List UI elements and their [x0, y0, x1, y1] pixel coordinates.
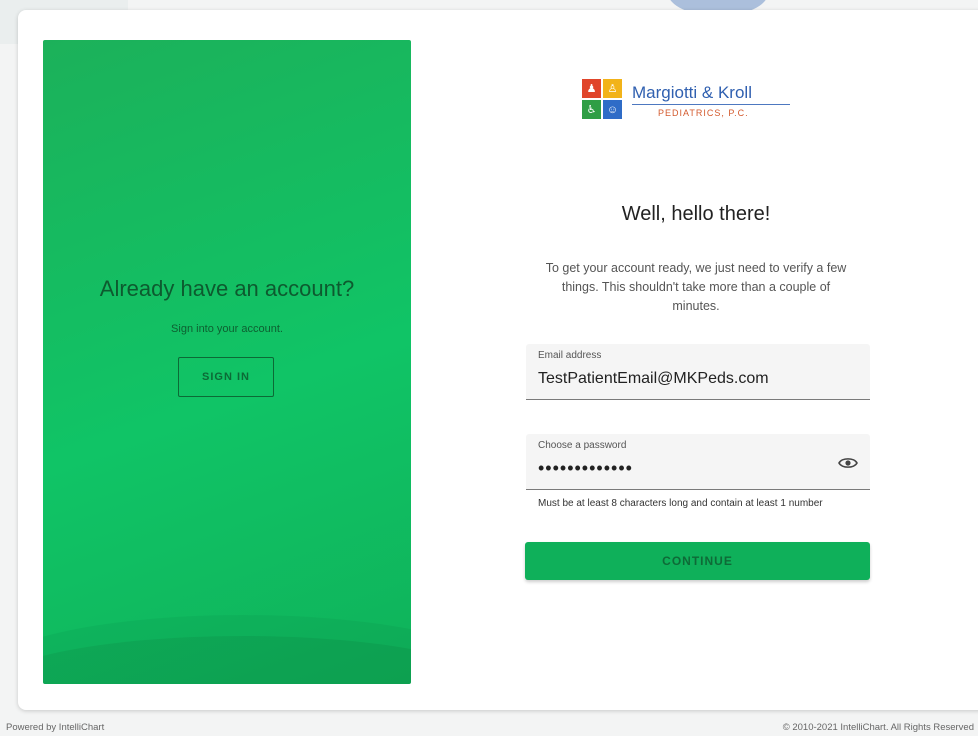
signin-promo-panel: Already have an account? Sign into your … [43, 40, 411, 684]
page: Already have an account? Sign into your … [0, 0, 978, 736]
continue-button[interactable]: CONTINUE [525, 542, 870, 580]
logo-mark: ♟ ♙ ♿ ☺ [582, 79, 622, 119]
page-title: Well, hello there! [621, 203, 771, 225]
promo-title: Already have an account? [99, 276, 355, 301]
password-hint: Must be at least 8 characters long and c… [538, 498, 823, 509]
password-field[interactable]: Choose a password [526, 434, 870, 490]
password-input[interactable] [538, 458, 838, 479]
wheelchair-icon: ♿ [582, 100, 601, 119]
email-input[interactable] [538, 370, 838, 388]
parent-figure-icon: ♙ [603, 79, 622, 98]
logo-divider [632, 104, 790, 105]
promo-subtitle: Sign into your account. [171, 323, 283, 335]
copyright-text: © 2010-2021 IntelliChart. All Rights Res… [782, 722, 974, 733]
practice-logo: ♟ ♙ ♿ ☺ Margiotti & Kroll PEDIATRICS, P.… [582, 79, 800, 125]
logo-subtitle: PEDIATRICS, P.C. [658, 108, 749, 118]
child-figure-icon: ♟ [582, 79, 601, 98]
intro-text: To get your account ready, we just need … [545, 261, 847, 313]
eye-icon[interactable] [838, 456, 858, 470]
password-label: Choose a password [538, 440, 627, 451]
email-field[interactable]: Email address [526, 344, 870, 400]
powered-by-text: Powered by IntelliChart [6, 722, 105, 733]
logo-name: Margiotti & Kroll [632, 83, 752, 102]
email-label: Email address [538, 350, 602, 361]
sign-in-button[interactable]: SIGN IN [178, 357, 274, 397]
person-icon: ☺ [603, 100, 622, 119]
